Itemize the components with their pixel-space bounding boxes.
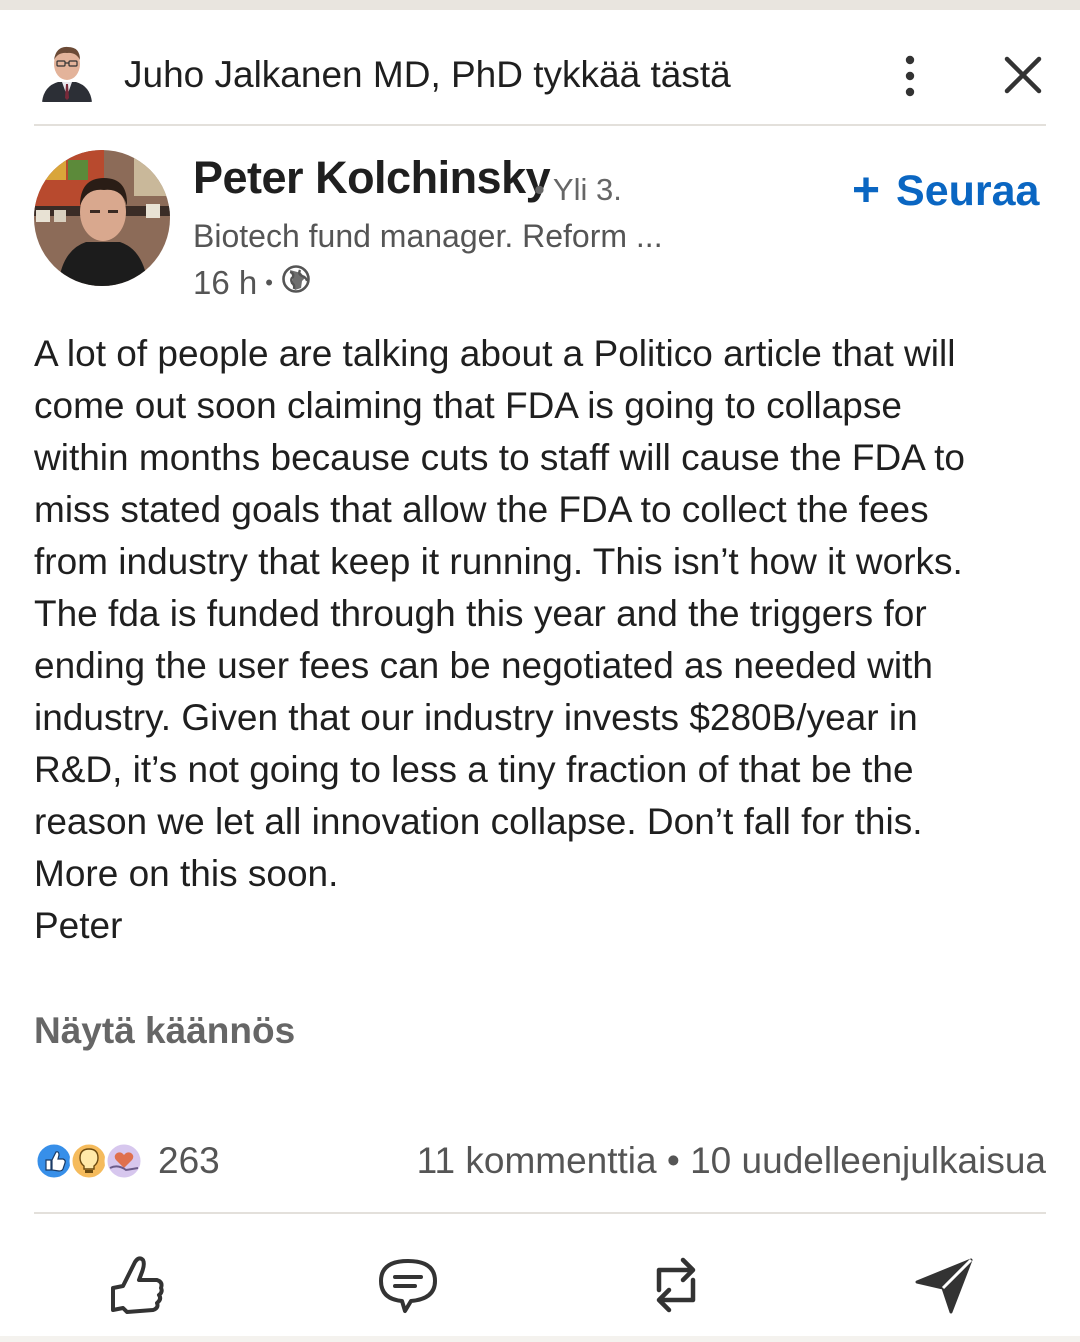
post-line: The fda is funded through this year and … (34, 593, 927, 634)
social-context-header: Juho Jalkanen MD, PhD tykkää tästä (34, 38, 1046, 118)
liker-avatar[interactable] (38, 40, 96, 102)
top-strip (0, 0, 1080, 10)
show-translation-link[interactable]: Näytä käännös (34, 1010, 295, 1052)
plus-icon: + (852, 164, 881, 217)
post-card: Juho Jalkanen MD, PhD tykkää tästä Peter… (0, 10, 1080, 1336)
close-icon[interactable] (1000, 52, 1046, 98)
post-line: industry. Given that our industry invest… (34, 697, 918, 738)
comments-reposts-count[interactable]: 11 kommenttia • 10 uudelleenjulkaisua (417, 1140, 1046, 1182)
follow-button[interactable]: + Seuraa (852, 162, 1039, 220)
post-line: ending the user fees can be negotiated a… (34, 645, 933, 686)
post-line: R&D, it’s not going to less a tiny fract… (34, 749, 914, 790)
liker-text[interactable]: Juho Jalkanen MD, PhD tykkää tästä (124, 54, 731, 96)
post-line: within months because cuts to staff will… (34, 437, 965, 478)
header-divider (34, 124, 1046, 126)
post-line: miss stated goals that allow the FDA to … (34, 489, 929, 530)
reaction-count[interactable]: 263 (158, 1140, 220, 1182)
post-line: Peter (34, 905, 123, 946)
author-name[interactable]: Peter Kolchinsky (193, 152, 551, 204)
repost-icon[interactable] (636, 1242, 716, 1328)
post-time: 16 h (193, 264, 258, 301)
social-counts: 263 11 kommenttia • 10 uudelleenjulkaisu… (34, 1134, 1046, 1190)
post-line: More on this soon. (34, 853, 339, 894)
post-line: reason we let all innovation collapse. D… (34, 801, 923, 842)
author-avatar[interactable] (34, 150, 170, 286)
meta-separator: • (265, 270, 273, 295)
thumbs-up-icon[interactable] (96, 1242, 176, 1328)
follow-label: Seuraa (896, 166, 1040, 215)
globe-icon (281, 264, 311, 302)
actions-divider (34, 1212, 1046, 1214)
post-meta: 16 h • (193, 264, 311, 302)
connection-degree: • Yli 3. (534, 172, 622, 207)
send-icon[interactable] (904, 1242, 984, 1328)
reaction-icons[interactable] (34, 1138, 150, 1184)
post-line: from industry that keep it running. This… (34, 541, 963, 582)
comment-icon[interactable] (368, 1242, 448, 1328)
post-line: come out soon claiming that FDA is going… (34, 385, 902, 426)
post-text: A lot of people are talking about a Poli… (34, 328, 1046, 952)
more-options-icon[interactable] (892, 54, 928, 98)
action-bar (34, 1242, 1046, 1332)
author-headline: Biotech fund manager. Reform ... (193, 218, 663, 254)
post-line: A lot of people are talking about a Poli… (34, 333, 956, 374)
